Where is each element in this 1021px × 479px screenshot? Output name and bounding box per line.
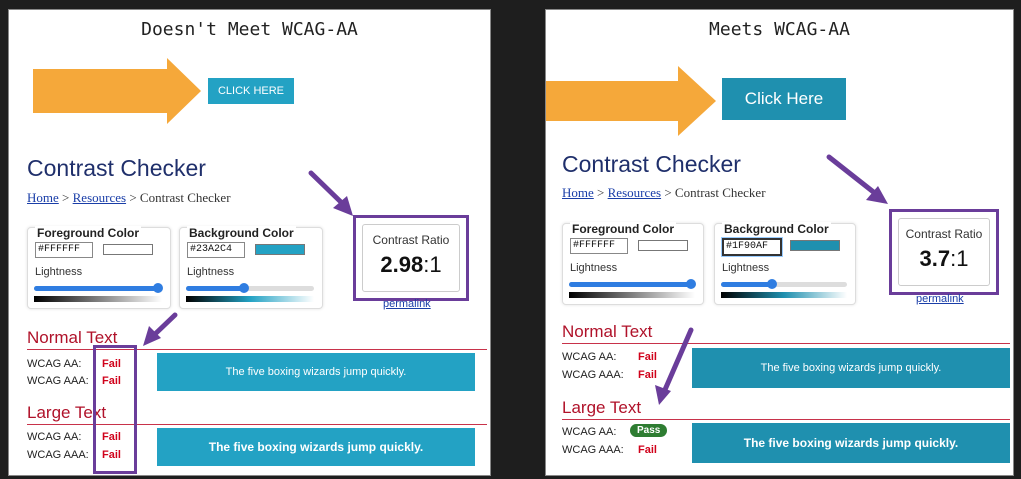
right-comparison-panel: Meets WCAG-AA Click Here Contrast Checke… <box>545 9 1014 476</box>
left-comparison-panel: Doesn't Meet WCAG-AA CLICK HERE Contrast… <box>8 9 491 476</box>
purple-annotation-arrows <box>655 154 888 405</box>
purple-annotation-arrows <box>143 170 353 346</box>
